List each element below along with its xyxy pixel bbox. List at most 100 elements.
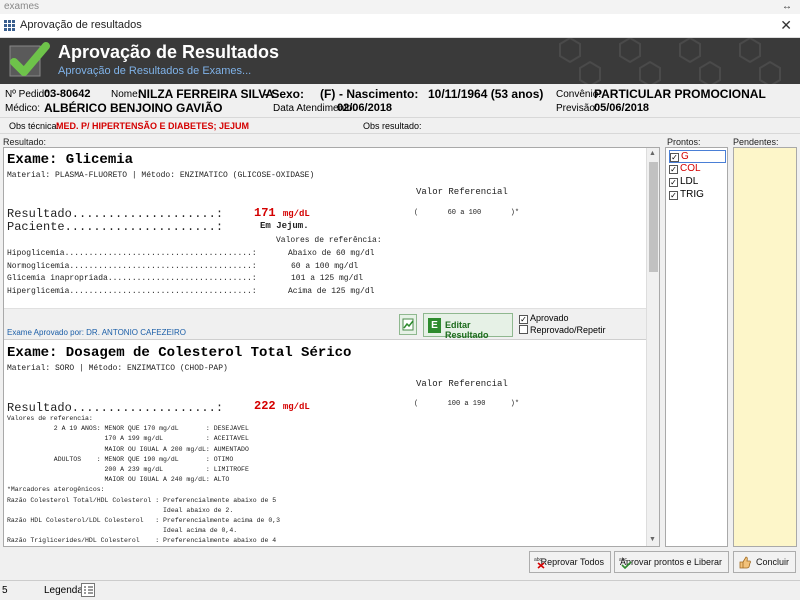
thumbs-up-icon [739,556,751,569]
concluir-label: Concluir [755,557,789,567]
scroll-up-icon[interactable]: ▲ [649,150,656,157]
exam2-ref-line: Valores de referencia: [7,415,93,422]
exam2-ref-line: 170 A 199 mg/dL : ACEITAVEL [7,435,249,443]
exam2-ref-line: MAIOR OU IGUAL A 200 mg/dL: AUMENTADO [7,445,249,453]
app-grid-icon [4,20,15,31]
outer-window-strip: exames ↔ [0,0,800,14]
list-icon [84,586,93,594]
ref-row-label: Glicemia inapropriada...................… [7,274,257,283]
reprovar-todos-button[interactable]: abc Reprovar Todos [529,551,611,573]
exam2-ref-line: ADULTOS : MENOR QUE 190 mg/dL : OTIMO [7,455,234,463]
resultado-line: Resultado....................: [7,207,224,221]
pronto-item[interactable]: ✓ TRIG [669,189,704,200]
reprovado-checkbox[interactable]: Reprovado/Repetir [519,325,606,335]
window-title: Aprovação de resultados [20,19,142,31]
obs-tecnica-label: Obs técnica: [9,121,60,131]
obs-tecnica-value: MED. P/ HIPERTENSÃO E DIABETES; JEJUM [56,121,250,131]
previsao-label: Previsão: [556,103,598,114]
window-titlebar: Aprovação de resultados ✕ [0,14,800,38]
status-left-mark: 5 [2,585,8,596]
aprovar-liberar-button[interactable]: abc Aprovar prontos e Liberar [614,551,729,573]
ref-row-value: Abaixo de 60 mg/dl [288,249,375,258]
obs-resultado-label: Obs resultado: [363,121,422,131]
checkbox-checked-icon: ✓ [669,165,678,174]
exam2-ref-line: Ideal acima de 0,4. [7,527,238,535]
ref-row-label: Hipoglicemia............................… [7,249,257,258]
ref-header: Valores de referência: [276,236,382,245]
exam2-ref-line: *Marcadores aterogênicos: [7,486,105,494]
svg-text:abc: abc [619,557,628,563]
nome-value: NILZA FERREIRA SILVA [138,87,274,101]
approved-checkbox[interactable]: ✓ Aprovado [519,313,569,324]
edit-result-label: Editar Resultado [445,320,489,340]
trend-chart-button[interactable] [399,314,417,335]
result-number-2: 222 [254,399,276,413]
abc-approve-icon: abc [619,557,632,569]
valor-referencial-label: Valor Referencial [416,187,508,197]
close-icon[interactable]: ✕ [780,17,792,34]
prontos-label: Prontos: [667,137,701,147]
result-value-colesterol: 222 mg/dL [254,399,310,413]
page-subtitle: Aprovação de Resultados de Exames... [58,65,252,77]
ref-row-value: 101 a 125 mg/dl [291,274,364,283]
reprovar-label: Reprovar Todos [540,557,604,567]
medico-label: Médico: [5,103,41,114]
pendentes-list[interactable] [733,147,797,547]
paciente-value: Em Jejum. [260,221,309,231]
legend-list-icon[interactable] [81,583,95,597]
result-unit-2: mg/dL [282,402,310,412]
results-panel[interactable]: Exame: Glicemia Material: PLASMA-FLUORET… [3,147,660,547]
concluir-button[interactable]: Concluir [733,551,796,573]
edit-icon: E [428,318,441,333]
exam2-ref-line: Razão Triglicerides/HDL Colesterol : Pre… [7,537,277,545]
exam2-ref-line: MAIOR OU IGUAL A 240 mg/dL: ALTO [7,476,230,484]
exam2-material: Material: SORO | Método: ENZIMATICO (CHO… [7,364,228,373]
resize-arrows-icon[interactable]: ↔ [782,0,792,14]
checkbox-checked-icon: ✓ [670,153,679,162]
exam2-ref-line: Razão HDL Colesterol/LDL Colesterol : Pr… [7,517,281,524]
exam2-ref-line: 2 A 19 ANOS: MENOR QUE 170 mg/dL : DESEJ… [7,425,249,433]
result-value-glicemia: 171 mg/dL [254,206,310,220]
results-scrollbar[interactable]: ▲ ▼ [646,148,659,546]
valor-referencial-label-2: Valor Referencial [416,379,508,389]
ref-row-label: Normoglicemia...........................… [7,261,257,271]
exam-title-colesterol: Exame: Dosagem de Colesterol Total Séric… [7,345,352,361]
result-number: 171 [254,206,276,220]
atendimento-value: 02/06/2018 [337,102,393,114]
scroll-down-icon[interactable]: ▼ [649,536,656,543]
resultado-label: Resultado: [3,137,47,147]
pedido-value: 03-80642 [44,88,91,100]
ref-row-value: 60 a 100 mg/dl [291,261,359,271]
ref-row-label: Hiperglicemia...........................… [7,286,257,296]
exam2-ref-line: Razão Colesterol Total/HDL Colesterol : … [7,496,277,504]
pronto-item[interactable]: ✓ G [669,150,726,163]
checkbox-checked-icon: ✓ [669,191,678,200]
edit-result-button[interactable]: E Editar Resultado [423,313,513,340]
page-header: Aprovação de Resultados Aprovação de Res… [0,38,800,84]
legenda-label: Legenda: [44,585,86,596]
exam-action-bar: Exame Aprovado por: DR. ANTONIO CAFEZEIR… [4,308,647,340]
reprovado-label: Reprovado/Repetir [530,325,606,335]
checkmark-logo-icon [9,42,50,77]
pronto-label: COL [680,163,701,174]
approved-by: Exame Aprovado por: DR. ANTONIO CAFEZEIR… [7,328,187,337]
trend-icon [402,318,414,331]
pronto-label: LDL [680,176,699,187]
pronto-item[interactable]: ✓ COL [669,163,701,174]
checkbox-checked-icon: ✓ [519,315,528,324]
sexo-label: - Sexo: [264,87,305,101]
resultado-line-2: Resultado....................: [7,401,224,415]
pendentes-label: Pendentes: [733,137,779,147]
scroll-thumb[interactable] [649,162,658,272]
pronto-item[interactable]: ✓ LDL [669,176,698,187]
sexo-value: (F) [320,87,336,101]
previsao-value: 05/06/2018 [594,102,650,114]
aprovar-label: Aprovar prontos e Liberar [619,557,722,567]
abc-reject-icon: abc [534,557,545,569]
nascimento-label: - Nascimento: [339,87,419,101]
paciente-line: Paciente.....................: [7,220,224,234]
ref-range-2: ( 100 a 190 )* [414,400,520,408]
convenio-value: PARTICULAR PROMOCIONAL [594,87,766,101]
pronto-label: TRIG [680,189,704,200]
exam2-ref-line: Ideal abaixo de 2. [7,506,234,514]
